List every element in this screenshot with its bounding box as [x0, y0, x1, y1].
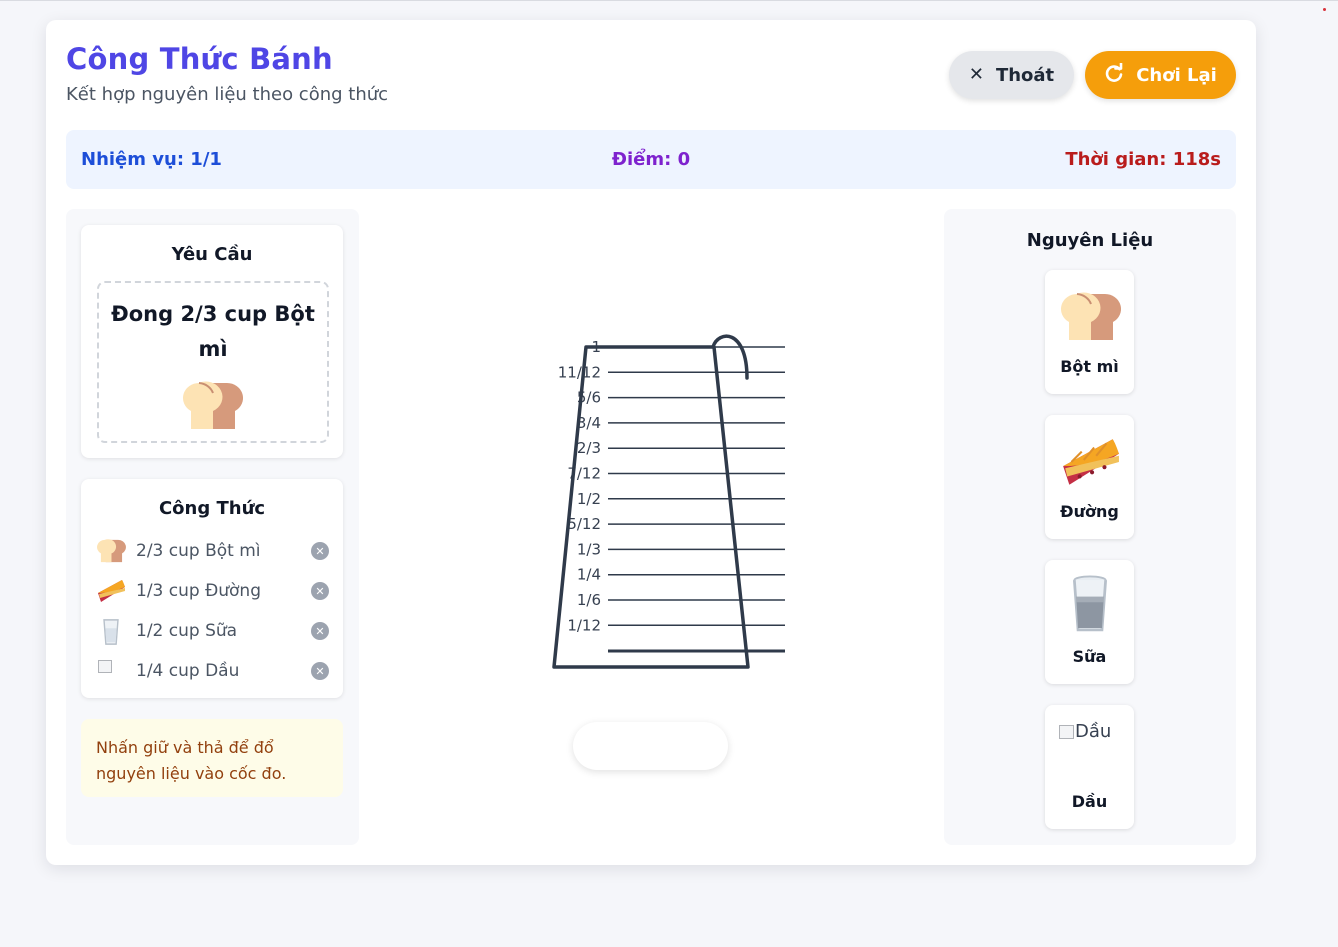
requirement-heading: Yêu Cầu	[171, 244, 253, 265]
hint-text-line1: Nhấn giữ và thả để đổ	[96, 738, 274, 757]
requirement-target: Đong 2/3 cup Bột mì	[97, 281, 329, 443]
recipe-item: 2/3 cup Bột mì ✕	[96, 536, 332, 566]
milk-glass-icon	[1067, 574, 1113, 640]
recipe-item: 1/4 cup Dầu ✕	[96, 656, 332, 686]
recipe-item-text: 1/4 cup Dầu	[136, 661, 240, 681]
cup-tick-label: 2/3	[577, 439, 601, 457]
close-icon: ✕	[968, 64, 984, 85]
ingredient-image-alt: Dầu	[1075, 721, 1112, 742]
bread-icon	[1059, 290, 1122, 348]
recipe-item-text: 1/2 cup Sữa	[136, 621, 238, 641]
corner-indicator-dot	[1323, 8, 1326, 11]
game-card: Công Thức Bánh Kết hợp nguyên liệu theo …	[46, 20, 1256, 865]
cup-tick-label: 1/2	[577, 490, 601, 508]
page-title: Công Thức Bánh	[66, 42, 333, 76]
exit-button[interactable]: ✕ Thoát	[949, 51, 1074, 99]
ingredient-card-duong[interactable]: Đường	[1045, 415, 1134, 539]
bread-icon	[181, 379, 244, 437]
ingredient-label: Bột mì	[1060, 357, 1119, 376]
status-bar: Điểm: 0 Nhiệm vụ: 1/1 Thời gian: 118s	[66, 130, 1236, 189]
recipe-item-text: 2/3 cup Bột mì	[136, 541, 261, 561]
remove-icon[interactable]: ✕	[311, 662, 329, 680]
refresh-icon	[1104, 62, 1124, 87]
replay-button-label: Chơi Lại	[1136, 64, 1217, 86]
cup-tick-label: 11/12	[558, 363, 601, 381]
ingredients-heading: Nguyên Liệu	[1026, 230, 1154, 251]
page-subtitle: Kết hợp nguyên liệu theo công thức	[66, 84, 389, 105]
ingredient-card-dau[interactable]: Dầu Dầu	[1045, 705, 1134, 829]
requirement-text-line1: Đong 2/3 cup Bột	[111, 302, 315, 326]
mission-counter: Nhiệm vụ: 1/1	[81, 149, 222, 170]
exit-button-label: Thoát	[995, 64, 1055, 86]
pie-icon	[96, 578, 126, 608]
cup-tick-label: 1/3	[577, 540, 601, 558]
measuring-cup[interactable]: 111/125/63/42/37/121/25/121/31/41/61/12	[496, 326, 816, 676]
replay-button[interactable]: Chơi Lại	[1085, 51, 1236, 99]
hint-text: Nhấn giữ và thả để đổ nguyên liệu vào cố…	[96, 735, 331, 787]
pour-button[interactable]	[573, 722, 728, 770]
requirement-text: Đong 2/3 cup Bột mì	[99, 297, 327, 367]
broken-image-icon	[96, 658, 124, 686]
hint-text-line2: nguyên liệu vào cốc đo.	[96, 764, 287, 783]
hint-box: Nhấn giữ và thả để đổ nguyên liệu vào cố…	[81, 719, 343, 797]
ingredient-label: Dầu	[1071, 792, 1108, 811]
ingredient-card-sua[interactable]: Sữa	[1045, 560, 1134, 684]
recipe-item-text: 1/3 cup Đường	[136, 581, 261, 601]
timer-display: Thời gian: 118s	[1065, 149, 1221, 170]
ingredients-panel: Nguyên Liệu Bột mì Đường Sữa Dầu Dầu	[944, 209, 1236, 845]
score-display: Điểm: 0	[611, 149, 691, 170]
remove-icon[interactable]: ✕	[311, 622, 329, 640]
milk-glass-icon	[96, 618, 126, 650]
cup-tick-label: 1/6	[577, 591, 601, 609]
recipe-heading: Công Thức	[158, 498, 266, 519]
recipe-item: 1/2 cup Sữa ✕	[96, 616, 332, 646]
remove-icon[interactable]: ✕	[311, 542, 329, 560]
bread-icon	[96, 538, 126, 568]
recipe-item: 1/3 cup Đường ✕	[96, 576, 332, 606]
ingredient-label: Đường	[1060, 502, 1119, 521]
ingredient-label: Sữa	[1072, 647, 1107, 666]
pie-icon	[1059, 435, 1121, 493]
requirement-text-line2: mì	[198, 337, 228, 361]
broken-image-icon: Dầu	[1059, 721, 1111, 742]
remove-icon[interactable]: ✕	[311, 582, 329, 600]
left-panel: Yêu Cầu Đong 2/3 cup Bột mì Công Thức 2/…	[66, 209, 359, 845]
recipe-card: Công Thức 2/3 cup Bột mì ✕ 1/3 cup Đường…	[81, 479, 343, 698]
ingredient-card-bot-mi[interactable]: Bột mì	[1045, 270, 1134, 394]
requirement-card: Yêu Cầu Đong 2/3 cup Bột mì	[81, 225, 343, 458]
cup-tick-label: 1/12	[567, 616, 601, 634]
window-top-border	[0, 0, 1338, 1]
cup-tick-label: 5/12	[567, 515, 601, 533]
cup-tick-label: 1/4	[577, 566, 601, 584]
